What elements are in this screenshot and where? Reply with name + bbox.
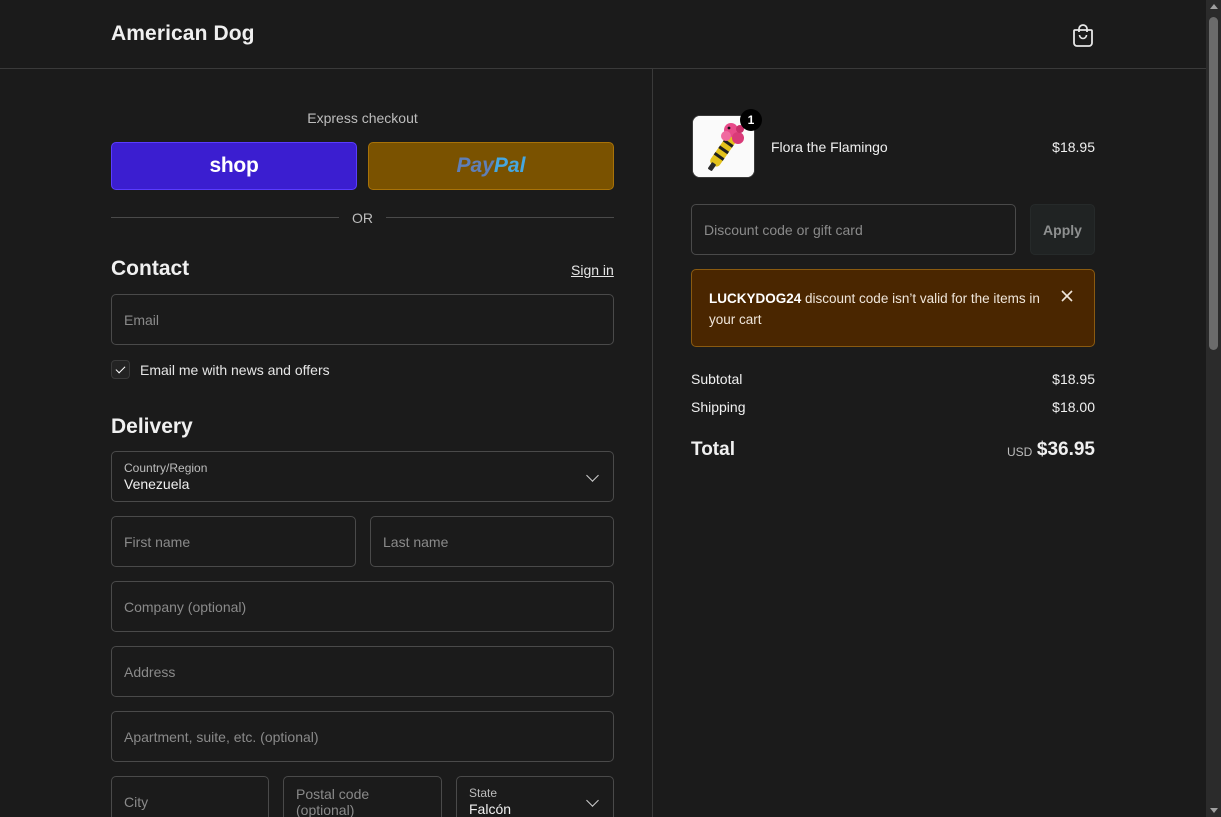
sign-in-link[interactable]: Sign in xyxy=(571,262,614,278)
express-checkout-label: Express checkout xyxy=(307,110,418,126)
country-value: Venezuela xyxy=(124,475,190,492)
company-field[interactable]: Company (optional) xyxy=(111,581,614,632)
first-name-field[interactable]: First name xyxy=(111,516,356,567)
product-price: $18.95 xyxy=(1052,139,1095,155)
or-divider: OR xyxy=(111,208,614,228)
close-icon[interactable] xyxy=(1060,289,1074,303)
scrollbar[interactable] xyxy=(1206,0,1221,817)
total-label: Total xyxy=(691,439,735,460)
chevron-down-icon xyxy=(586,794,599,807)
paypal-label-pal: Pal xyxy=(493,154,526,177)
email-field[interactable]: Email xyxy=(111,294,614,345)
or-line-right xyxy=(386,217,614,218)
contact-title: Contact xyxy=(111,257,190,280)
total-value: $36.95 xyxy=(1036,439,1095,460)
state-select[interactable]: State Falcón xyxy=(456,776,614,817)
last-name-field[interactable]: Last name xyxy=(370,516,614,567)
city-field[interactable]: City xyxy=(111,776,269,817)
subtotal-value: $18.95 xyxy=(1052,371,1095,387)
checkmark-icon xyxy=(115,363,126,374)
subtotal-label: Subtotal xyxy=(691,371,743,387)
discount-error-alert: LUCKYDOG24 discount code isn’t valid for… xyxy=(691,269,1095,347)
scroll-up-arrow-icon[interactable] xyxy=(1210,4,1218,9)
newsletter-checkbox[interactable] xyxy=(111,360,130,379)
scrollbar-thumb[interactable] xyxy=(1209,17,1218,350)
state-value: Falcón xyxy=(469,800,512,817)
total-currency: USD xyxy=(1007,445,1033,459)
country-label: Country/Region xyxy=(124,460,208,475)
apartment-field[interactable]: Apartment, suite, etc. (optional) xyxy=(111,711,614,762)
shop-pay-button[interactable]: shop xyxy=(111,142,357,190)
delivery-title: Delivery xyxy=(111,415,193,438)
apply-button[interactable]: Apply xyxy=(1030,204,1095,255)
quantity-badge: 1 xyxy=(740,109,762,131)
country-select[interactable]: Country/Region Venezuela xyxy=(111,451,614,502)
address-field[interactable]: Address xyxy=(111,646,614,697)
scroll-down-arrow-icon[interactable] xyxy=(1210,808,1218,813)
alert-code: LUCKYDOG24 xyxy=(709,291,802,306)
shop-pay-label: shop xyxy=(209,154,259,177)
state-label: State xyxy=(469,785,498,800)
paypal-button[interactable]: Pay Pal xyxy=(368,142,614,190)
brand-logo[interactable]: American Dog xyxy=(111,22,255,46)
or-label: OR xyxy=(352,210,373,226)
paypal-label-pay: Pay xyxy=(456,154,494,177)
discount-code-input[interactable]: Discount code or gift card xyxy=(691,204,1016,255)
shipping-label: Shipping xyxy=(691,399,746,415)
column-divider xyxy=(652,69,653,817)
header: American Dog xyxy=(0,0,1206,69)
chevron-down-icon xyxy=(586,469,599,482)
shopping-bag-icon[interactable] xyxy=(1071,22,1095,48)
newsletter-label: Email me with news and offers xyxy=(140,362,330,378)
postal-code-field[interactable]: Postal code (optional) xyxy=(283,776,442,817)
product-name: Flora the Flamingo xyxy=(771,139,888,155)
shipping-value: $18.00 xyxy=(1052,399,1095,415)
